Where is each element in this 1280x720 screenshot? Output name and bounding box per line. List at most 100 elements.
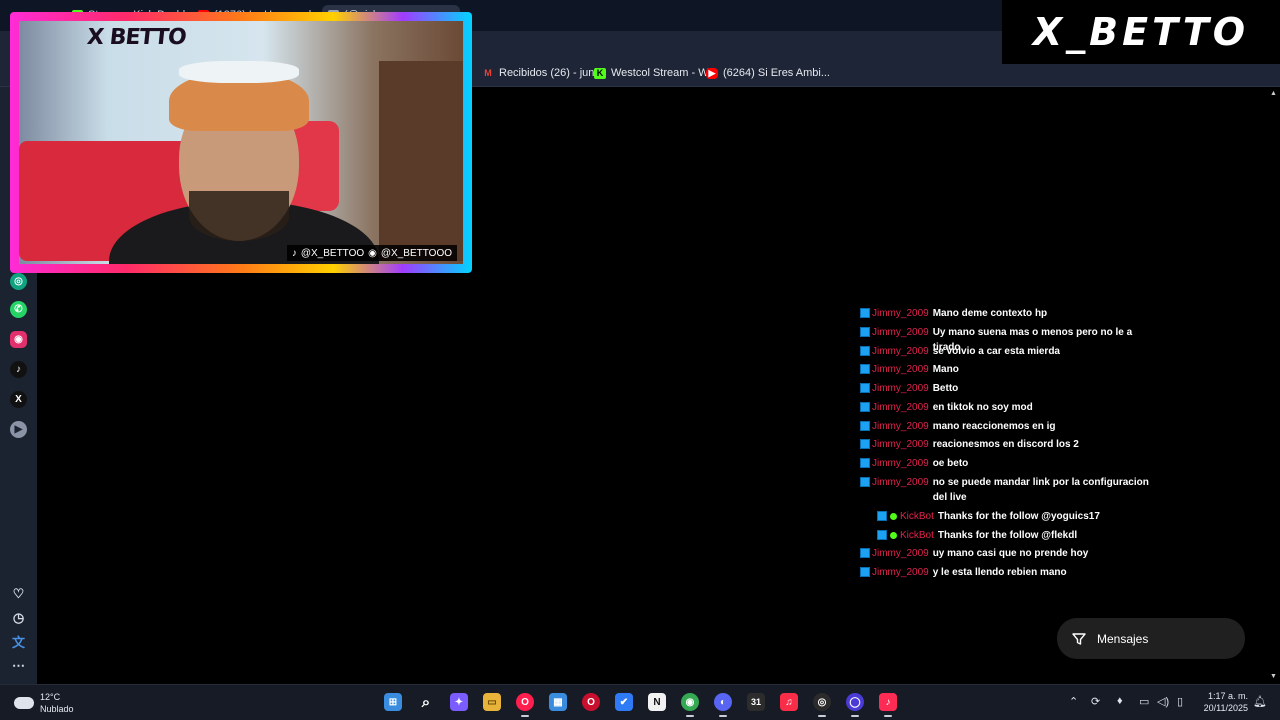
chat-username[interactable]: KickBot [900,528,934,543]
badge-icon [860,383,870,393]
browser-icon[interactable]: ◯ [846,693,864,717]
chevron-up-icon[interactable]: ⌃ [1069,695,1078,708]
todo-icon[interactable]: ✔ [615,693,633,711]
translate-icon[interactable]: 文 [10,633,27,650]
bot-verified-icon [890,532,897,539]
chat-username[interactable]: Jimmy_2009 [872,565,929,580]
chat-message-bot: KickBot Thanks for the follow @yoguics17 [877,509,1170,524]
chat-username[interactable]: Jimmy_2009 [872,546,929,561]
chat-username[interactable]: Jimmy_2009 [872,400,929,415]
network-icon[interactable]: ▭ [1139,695,1149,708]
badge-icon [860,548,870,558]
webcam-logo: X BETTO [85,25,187,50]
instagram-handle: @X_BETTOOO [380,247,452,259]
chat-text: en tiktok no soy mod [932,402,1033,413]
chat-message: Jimmy_2009 Mano deme contexto hp [860,306,1160,321]
cloud-icon [14,697,34,709]
start-icon[interactable]: ⊞ [384,693,402,711]
obs-icon[interactable]: ◎ [813,693,831,717]
chat-username[interactable]: Jimmy_2009 [872,344,929,359]
history-icon[interactable]: ◷ [10,609,27,626]
badge-icon [860,364,870,374]
scroll-down-icon[interactable]: ▼ [1270,673,1277,680]
instagram-icon[interactable]: ◉ [10,331,27,348]
chat-message: Jimmy_2009 reacionesmos en discord los 2 [860,437,1160,452]
opera-gx-icon[interactable]: O [516,693,534,717]
x-icon[interactable]: X [10,391,27,408]
bookmark-label: Recibidos (26) - juni... [499,67,606,79]
weather-widget[interactable]: 12°C Nublado [14,691,74,715]
chat-text: no se puede mandar link por la configura… [932,477,1149,503]
chat-message: Jimmy_2009 no se puede mandar link por l… [860,475,1160,505]
itunes-icon[interactable]: ♫ [780,693,798,711]
chat-message-bot: KickBot Thanks for the follow @flekdl [877,528,1170,543]
notification-bell-icon[interactable]: 🔔︎ [1253,695,1267,708]
badge-icon [860,477,870,487]
webcam-overlay: X BETTO ♪ @X_BETTOO ◉ @X_BETTOOO [10,12,472,273]
chat-username[interactable]: Jimmy_2009 [872,381,929,396]
chat-username[interactable]: Jimmy_2009 [872,306,929,321]
chat-text: mano reaccionemos en ig [932,421,1056,432]
copilot-icon[interactable]: ✦ [450,693,468,711]
bookmark-gmail[interactable]: M Recibidos (26) - juni... [482,67,606,79]
sync-icon[interactable]: ⟳ [1091,695,1100,708]
more-icon[interactable]: ⋯ [10,657,27,674]
page-scrollbar[interactable]: ▲ ▼ [1268,87,1280,684]
tiktok-handle: @X_BETTOO [300,247,365,259]
chat-text: Betto [932,383,959,394]
system-clock[interactable]: 1:17 a. m. 20/11/2025 [1196,690,1248,714]
chat-message: Jimmy_2009 se volvio a car esta mierda [860,344,1160,359]
badge-icon [877,511,887,521]
chat-message: Jimmy_2009 oe beto [860,456,1160,471]
weather-description: Nublado [40,704,74,714]
discord-icon[interactable]: ◐ [714,693,732,717]
volume-icon[interactable]: ◁) [1157,695,1169,708]
search-icon[interactable]: ⌕ [417,693,435,711]
file-explorer-icon[interactable]: ▭ [483,693,501,711]
chat-username[interactable]: KickBot [900,509,934,524]
messages-filter-button[interactable]: Mensajes [1057,618,1245,659]
badge-icon [877,530,887,540]
battery-icon[interactable]: ▯ [1177,695,1183,708]
chat-username[interactable]: Jimmy_2009 [872,362,929,377]
bookmark-label: Westcol Stream - W... [611,67,718,79]
bookmark-westcol[interactable]: K Westcol Stream - W... [594,67,717,79]
calendar-icon[interactable]: 31 [747,693,765,711]
badge-icon [860,421,870,431]
chat-message: Jimmy_2009 uy mano casi que no prende ho… [860,546,1160,561]
desktop-screen: Stream - Kick Dashboard (1376) Lo H se m… [0,0,1280,720]
streamer [109,61,379,264]
chat-text: Thanks for the follow @flekdl [937,530,1078,541]
chrome-icon[interactable]: ◉ [681,693,699,717]
store-icon[interactable]: ▦ [549,693,567,711]
youtube-icon: ▶ [706,67,718,79]
whatsapp-icon[interactable]: ✆ [10,301,27,318]
player-icon[interactable]: ▶ [10,421,27,438]
chat-text: reacionesmos en discord los 2 [932,439,1079,450]
opera-icon[interactable]: O [582,693,600,711]
chatgpt-icon[interactable]: ◎ [10,273,27,290]
bookmark-label: (6264) Si Eres Ambi... [723,67,830,79]
streamer-beard [189,191,289,241]
microphone-icon[interactable]: ♦ [1117,695,1123,707]
chat-username[interactable]: Jimmy_2009 [872,437,929,452]
badge-icon [860,439,870,449]
tiktok-icon[interactable]: ♪ [10,361,27,378]
chat-message: Jimmy_2009 en tiktok no soy mod [860,400,1160,415]
scroll-up-icon[interactable]: ▲ [1270,90,1277,97]
chat-username[interactable]: Jimmy_2009 [872,456,929,471]
badge-icon [860,458,870,468]
notion-icon[interactable]: N [648,693,666,711]
bookmark-youtube[interactable]: ▶ (6264) Si Eres Ambi... [706,67,830,79]
kick-icon: K [594,67,606,79]
chat-text: se volvio a car esta mierda [932,346,1060,357]
badge-icon [860,402,870,412]
messages-filter-label: Mensajes [1097,631,1149,646]
chat-username[interactable]: Jimmy_2009 [872,419,929,434]
chat-username[interactable]: Jimmy_2009 [872,475,929,505]
instagram-icon: ◉ [368,247,377,259]
chat-text: Mano [932,364,959,375]
bot-verified-icon [890,513,897,520]
tiktok-app-icon[interactable]: ♪ [879,693,897,717]
heart-icon[interactable]: ♡ [10,585,27,602]
